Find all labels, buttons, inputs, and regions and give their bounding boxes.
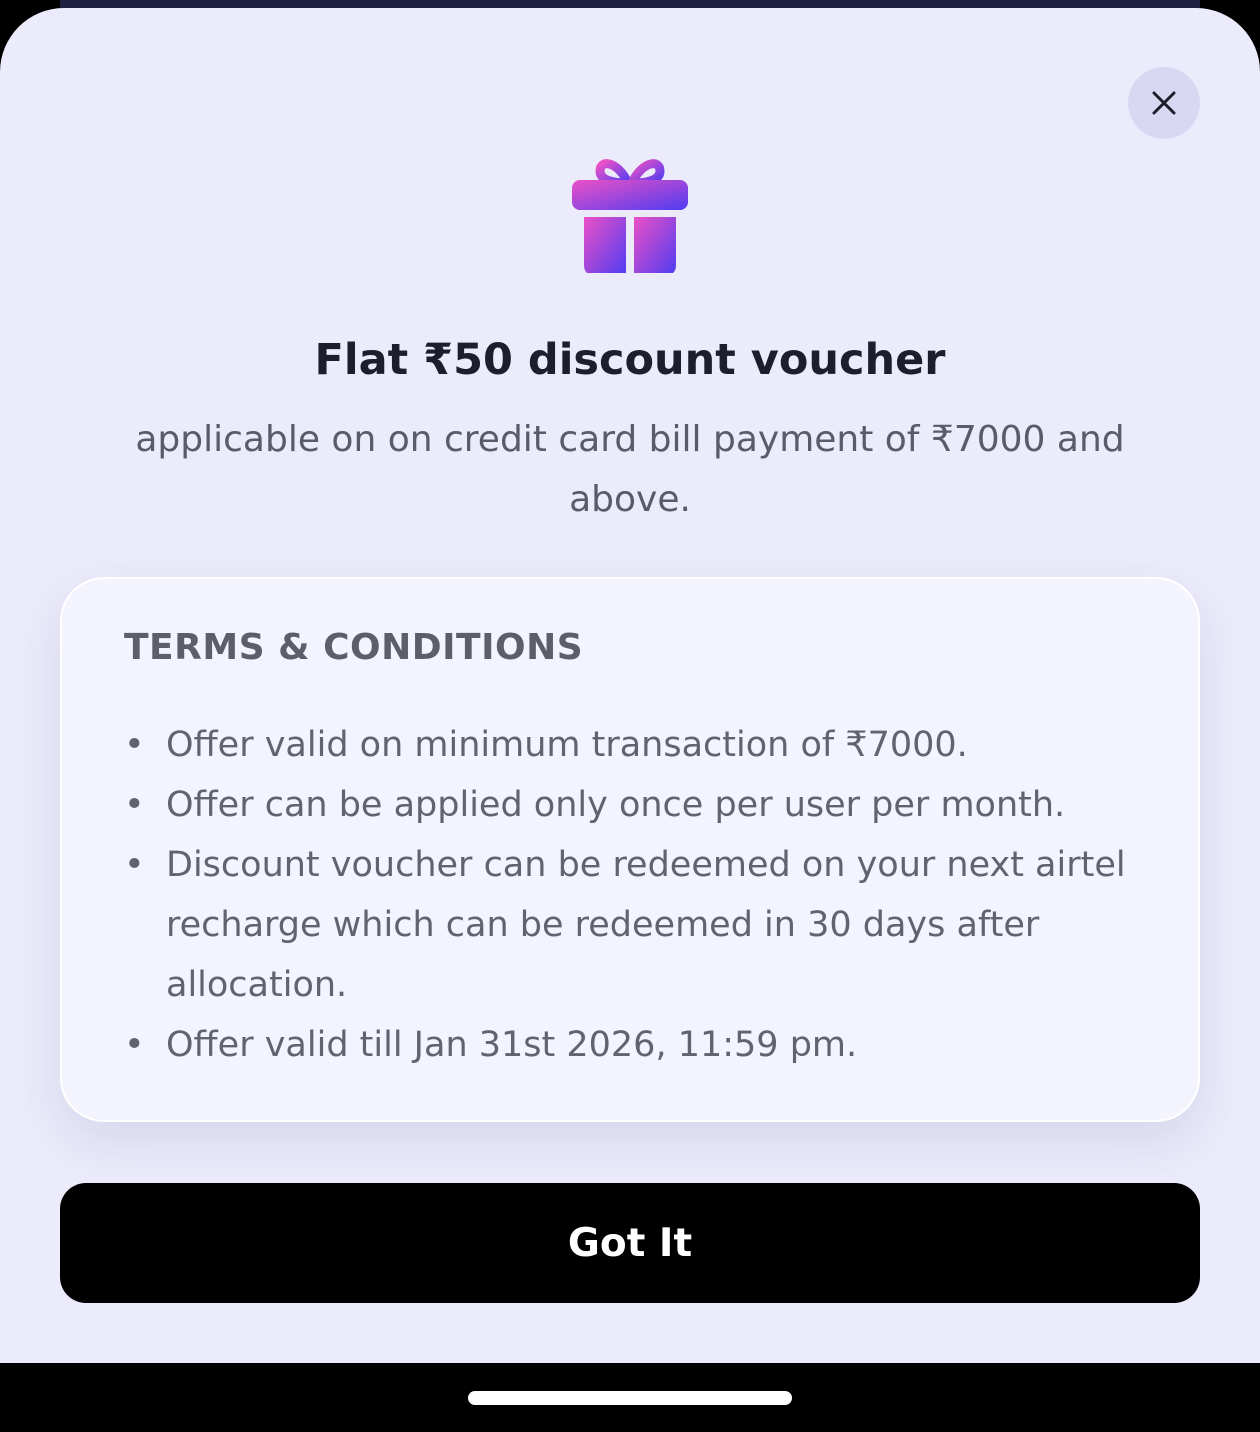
bullet: •: [124, 1025, 145, 1065]
bullet: •: [124, 845, 145, 885]
got-it-button[interactable]: Got It: [60, 1183, 1200, 1303]
terms-item: • Discount voucher can be redeemed on yo…: [124, 835, 1164, 1015]
bullet: •: [124, 725, 145, 765]
bottom-sheet: Flat ₹50 discount voucher applicable on …: [0, 8, 1260, 1363]
bullet: •: [124, 785, 145, 825]
terms-item-text: Offer valid till Jan 31st 2026, 11:59 pm…: [166, 1025, 858, 1065]
terms-item: • Offer valid on minimum transaction of …: [124, 715, 1164, 775]
terms-item-text: Discount voucher can be redeemed on your…: [166, 845, 1126, 1005]
close-button[interactable]: [1128, 67, 1200, 139]
terms-item-text: Offer valid on minimum transaction of ₹7…: [166, 725, 968, 765]
terms-item: • Offer valid till Jan 31st 2026, 11:59 …: [124, 1015, 1164, 1075]
close-icon: [1152, 91, 1176, 115]
terms-item: • Offer can be applied only once per use…: [124, 775, 1164, 835]
terms-heading: TERMS & CONDITIONS: [124, 627, 584, 668]
offer-subtitle: applicable on on credit card bill paymen…: [135, 419, 1125, 520]
terms-card: TERMS & CONDITIONS • Offer valid on mini…: [60, 577, 1200, 1122]
gift-icon: [572, 159, 688, 273]
home-indicator[interactable]: [468, 1391, 792, 1405]
offer-title: Flat ₹50 discount voucher: [314, 335, 946, 385]
terms-list: • Offer valid on minimum transaction of …: [124, 715, 1164, 1075]
terms-item-text: Offer can be applied only once per user …: [166, 785, 1066, 825]
